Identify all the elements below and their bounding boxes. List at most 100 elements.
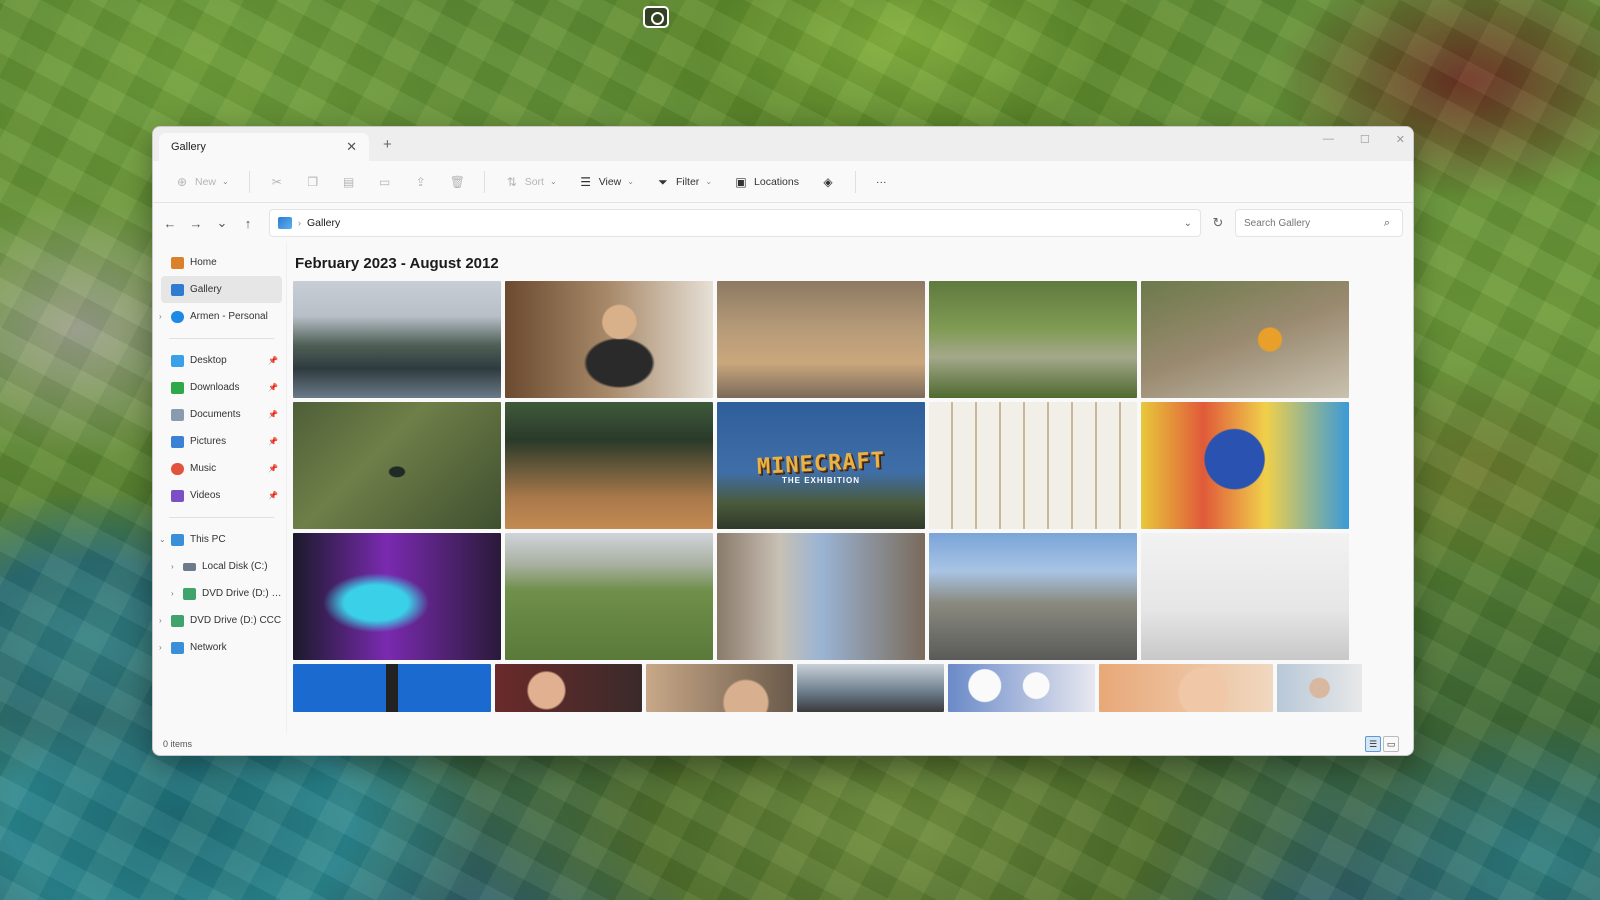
chevron-right-icon[interactable]: › xyxy=(159,312,162,321)
new-tab-button[interactable]: + xyxy=(383,136,392,153)
photo-thumbnail[interactable] xyxy=(646,664,793,712)
sort-button[interactable]: ⇅ Sort ⌄ xyxy=(497,167,565,197)
download-icon xyxy=(171,381,184,394)
photo-thumbnail[interactable] xyxy=(797,664,944,712)
view-button[interactable]: ☰ View ⌄ xyxy=(571,167,642,197)
refresh-icon: ↻ xyxy=(1212,215,1224,230)
slideshow-button[interactable]: ◈ xyxy=(813,167,843,197)
pin-icon: 📌 xyxy=(268,383,278,392)
photo-thumbnail[interactable] xyxy=(1099,664,1273,712)
photo-thumbnail[interactable] xyxy=(505,281,713,398)
photo-thumbnail[interactable]: MINECRAFT THE EXHIBITION xyxy=(717,402,925,529)
chevron-right-icon[interactable]: › xyxy=(159,616,162,625)
photo-thumbnail[interactable] xyxy=(717,281,925,398)
refresh-button[interactable]: ↻ xyxy=(1205,215,1231,231)
photo-thumbnail[interactable] xyxy=(1141,281,1349,398)
sidebar-item-pictures[interactable]: Pictures 📌 xyxy=(161,428,282,455)
share-button[interactable]: ⇪ xyxy=(406,167,436,197)
dvd-icon xyxy=(171,614,184,627)
sidebar-item-gallery[interactable]: Gallery xyxy=(161,276,282,303)
file-explorer-window: Gallery ✕ + — ☐ ✕ ⊕ New ⌄ ✂ ❐ ▤ ▭ ⇪ 🗑 ⇅ … xyxy=(152,126,1414,756)
photo-thumbnail[interactable] xyxy=(1277,664,1362,712)
sort-icon: ⇅ xyxy=(506,174,517,189)
filter-button[interactable]: ⏷ Filter ⌄ xyxy=(648,167,720,197)
sidebar-item-network[interactable]: › Network xyxy=(159,634,282,661)
share-icon: ⇪ xyxy=(415,174,426,189)
rename-button[interactable]: ▭ xyxy=(370,167,400,197)
photo-thumbnail[interactable] xyxy=(293,664,491,712)
sidebar-item-dvd-drive-2[interactable]: › DVD Drive (D:) CCC xyxy=(159,607,282,634)
chevron-down-icon: ⌄ xyxy=(222,177,229,186)
cut-button[interactable]: ✂ xyxy=(262,167,292,197)
explorer-body: Home Gallery › Armen - Personal Desktop … xyxy=(153,243,1413,733)
recent-button[interactable]: ⌄ xyxy=(211,212,233,234)
sidebar-item-music[interactable]: Music 📌 xyxy=(161,455,282,482)
up-button[interactable]: ↑ xyxy=(237,212,259,234)
new-button[interactable]: ⊕ New ⌄ xyxy=(167,167,237,197)
photo-thumbnail[interactable] xyxy=(505,533,713,660)
sidebar-item-local-disk[interactable]: › Local Disk (C:) xyxy=(161,553,282,580)
arrow-right-icon: → xyxy=(189,215,203,231)
photo-thumbnail[interactable] xyxy=(929,533,1137,660)
minecraft-title: MINECRAFT xyxy=(756,447,886,480)
photo-thumbnail[interactable] xyxy=(495,664,642,712)
minimize-icon[interactable]: — xyxy=(1323,133,1334,146)
sidebar-item-dvd-drive-1[interactable]: › DVD Drive (D:) CC xyxy=(161,580,282,607)
copy-button[interactable]: ❐ xyxy=(298,167,328,197)
chevron-down-icon[interactable]: ⌄ xyxy=(1184,218,1192,229)
chevron-right-icon[interactable]: › xyxy=(159,643,162,652)
navigation-pane: Home Gallery › Armen - Personal Desktop … xyxy=(153,243,287,733)
forward-button[interactable]: → xyxy=(185,212,207,234)
photo-thumbnail[interactable] xyxy=(929,281,1137,398)
close-icon[interactable]: ✕ xyxy=(1396,133,1405,146)
photo-thumbnail[interactable] xyxy=(717,533,925,660)
search-box[interactable]: ⌕ xyxy=(1235,209,1403,237)
sidebar-item-onedrive[interactable]: › Armen - Personal xyxy=(159,303,282,330)
sidebar-item-downloads[interactable]: Downloads 📌 xyxy=(161,374,282,401)
address-bar[interactable]: › Gallery ⌄ xyxy=(269,209,1201,237)
sidebar-item-documents[interactable]: Documents 📌 xyxy=(161,401,282,428)
snipping-tool[interactable] xyxy=(628,6,684,70)
arrow-left-icon: ← xyxy=(163,215,177,231)
status-bar: 0 items ☰ ▭ xyxy=(153,733,1413,755)
delete-button[interactable]: 🗑 xyxy=(442,167,472,197)
photo-grid-row xyxy=(293,664,1413,712)
chevron-right-icon[interactable]: › xyxy=(171,589,174,598)
clipboard-icon: ▤ xyxy=(343,174,355,189)
sidebar-item-videos[interactable]: Videos 📌 xyxy=(161,482,282,509)
photo-thumbnail[interactable] xyxy=(1141,533,1349,660)
photo-grid-row xyxy=(293,533,1413,660)
photo-thumbnail[interactable] xyxy=(1141,402,1349,529)
search-input[interactable] xyxy=(1244,217,1376,229)
image-icon: ▣ xyxy=(735,174,747,189)
thumbnail-icon: ▭ xyxy=(1386,738,1396,749)
gallery-date-heading: February 2023 - August 2012 xyxy=(295,255,499,272)
close-tab-icon[interactable]: ✕ xyxy=(346,139,357,155)
maximize-icon[interactable]: ☐ xyxy=(1360,133,1370,146)
back-button[interactable]: ← xyxy=(159,212,181,234)
more-options-button[interactable]: ··· xyxy=(868,167,895,197)
sidebar-item-label: Documents xyxy=(190,409,241,420)
sidebar-item-desktop[interactable]: Desktop 📌 xyxy=(161,347,282,374)
camera-icon xyxy=(643,6,669,28)
photo-thumbnail[interactable] xyxy=(948,664,1095,712)
chevron-down-icon[interactable]: ⌄ xyxy=(159,535,166,544)
locations-button[interactable]: ▣ Locations xyxy=(726,167,807,197)
sidebar-item-label: Gallery xyxy=(190,284,222,295)
tab-gallery[interactable]: Gallery ✕ xyxy=(159,133,369,161)
photo-thumbnail[interactable] xyxy=(505,402,713,529)
photo-thumbnail[interactable] xyxy=(293,533,501,660)
gallery-content: February 2023 - August 2012 MINECRAFT TH… xyxy=(287,243,1413,733)
details-view-button[interactable]: ☰ xyxy=(1365,736,1381,752)
sidebar-item-label: Music xyxy=(190,463,217,474)
chevron-down-icon: ⌄ xyxy=(549,177,557,186)
sidebar-item-home[interactable]: Home xyxy=(161,249,282,276)
photo-thumbnail[interactable] xyxy=(929,402,1137,529)
sidebar-item-this-pc[interactable]: ⌄ This PC xyxy=(159,526,282,553)
paste-button[interactable]: ▤ xyxy=(334,167,364,197)
chevron-right-icon[interactable]: › xyxy=(171,562,174,571)
large-icons-view-button[interactable]: ▭ xyxy=(1383,736,1399,752)
photo-thumbnail[interactable] xyxy=(293,281,501,398)
chevron-down-icon: ⌄ xyxy=(705,177,713,186)
photo-thumbnail[interactable] xyxy=(293,402,501,529)
